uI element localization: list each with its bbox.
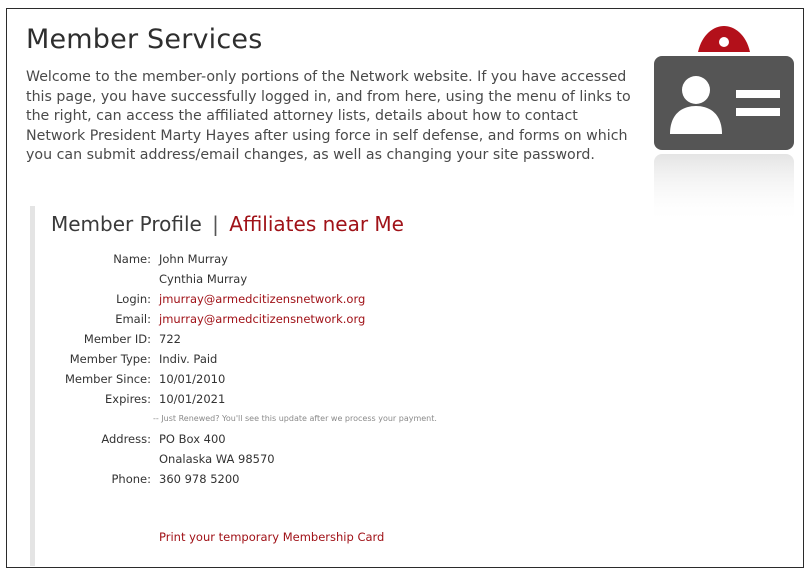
phone-value: 360 978 5200 [159, 472, 240, 486]
member-type-value: Indiv. Paid [159, 352, 218, 366]
member-since-value: 10/01/2010 [159, 372, 226, 386]
affiliates-near-me-link[interactable]: Affiliates near Me [229, 212, 404, 236]
print-membership-card-link[interactable]: Print your temporary Membership Card [159, 530, 384, 544]
member-profile-panel: Member Profile | Affiliates near Me Name… [30, 206, 812, 566]
phone-label: Phone: [111, 472, 152, 486]
address-line-1: PO Box 400 [159, 432, 226, 446]
member-id-label: Member ID: [83, 332, 151, 346]
id-card-icon [654, 26, 794, 224]
expires-label: Expires: [105, 392, 151, 406]
login-value[interactable]: jmurray@armedcitizensnetwork.org [159, 292, 365, 306]
member-since-label: Member Since: [64, 372, 151, 386]
member-id-value: 722 [159, 332, 181, 346]
name-value-2: Cynthia Murray [159, 272, 248, 286]
renewal-note: -- Just Renewed? You'll see this update … [153, 414, 437, 423]
member-type-label: Member Type: [69, 352, 151, 366]
intro-text: Welcome to the member-only portions of t… [26, 69, 631, 163]
email-value[interactable]: jmurray@armedcitizensnetwork.org [159, 312, 365, 326]
profile-heading-label: Member Profile [51, 212, 202, 236]
address-line-2: Onalaska WA 98570 [159, 452, 275, 466]
name-label: Name: [113, 252, 151, 266]
profile-heading: Member Profile | Affiliates near Me [51, 212, 404, 236]
login-label: Login: [116, 292, 151, 306]
address-label: Address: [101, 432, 151, 446]
email-label: Email: [115, 312, 151, 326]
heading-separator: | [212, 212, 219, 236]
page-title: Member Services [26, 24, 263, 55]
name-value-1: John Murray [159, 252, 228, 266]
expires-value: 10/01/2021 [159, 392, 226, 406]
